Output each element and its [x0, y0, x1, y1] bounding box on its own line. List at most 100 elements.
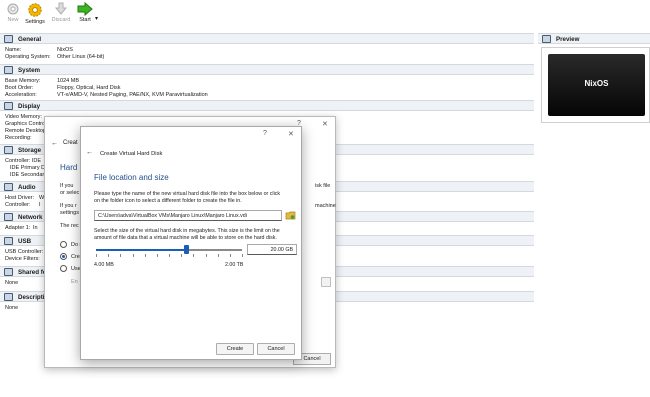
size-description: amount of file data that a virtual machi…	[94, 235, 277, 241]
slider-tick	[169, 254, 170, 257]
help-icon[interactable]: ?	[263, 130, 267, 137]
system-boot-row: Boot Order: Floppy, Optical, Hard Disk	[5, 85, 120, 91]
section-general[interactable]: General	[0, 33, 534, 44]
dialog-text: isk file	[315, 183, 331, 189]
system-memory-row: Base Memory: 1024 MB	[5, 78, 79, 84]
preview-screen: NixOS	[548, 54, 645, 116]
settings-label: Settings	[25, 19, 45, 25]
gear-icon	[28, 3, 42, 17]
new-icon	[7, 3, 19, 15]
dialog-heading: File location and size	[94, 173, 169, 182]
network-adapter-row: Adapter 1: In	[5, 225, 38, 231]
slider-tick	[108, 254, 110, 257]
start-arrow-icon	[77, 2, 93, 16]
section-title: Shared fo	[18, 268, 47, 276]
radio-create-disk[interactable]	[60, 253, 67, 260]
preview-box: NixOS	[541, 47, 650, 123]
row-value: I	[39, 202, 41, 208]
back-arrow-icon[interactable]: ←	[51, 140, 58, 147]
location-description: on the folder icon to select a different…	[94, 198, 242, 204]
usb-filters-row: Device Filters:	[5, 256, 40, 262]
slider-tick	[120, 254, 122, 257]
slider-tick	[217, 254, 219, 257]
preview-screen-text: NixOS	[584, 79, 609, 88]
slider-tick	[144, 254, 146, 257]
section-display[interactable]: Display	[0, 100, 534, 111]
file-path-input[interactable]	[94, 210, 282, 221]
system-icon	[4, 66, 13, 74]
size-slider-track[interactable]	[96, 249, 242, 251]
general-icon	[4, 35, 13, 43]
section-title: Audio	[18, 183, 36, 191]
back-arrow-icon[interactable]: ←	[86, 149, 93, 156]
radio-use-existing[interactable]	[60, 265, 67, 272]
storage-icon	[4, 146, 13, 154]
discard-button[interactable]: Discard	[48, 2, 74, 32]
row-key: Recording:	[5, 135, 32, 141]
discard-arrow-icon	[54, 2, 68, 15]
display-icon	[4, 102, 13, 110]
shared-value-row: None	[5, 280, 18, 286]
slider-tick	[242, 254, 243, 257]
row-value: NixOS	[57, 47, 73, 53]
general-os-row: Operating System: Other Linux (64-bit)	[5, 54, 104, 60]
toolbar: New Settings Discard Start ▾	[0, 0, 650, 33]
slider-tick	[205, 254, 207, 257]
size-input[interactable]	[247, 244, 297, 255]
section-title: Descripti	[18, 293, 45, 301]
row-key: Adapter 1:	[5, 225, 31, 231]
existing-disk-folder-button[interactable]	[321, 277, 331, 287]
radio-no-disk[interactable]	[60, 241, 67, 248]
storage-ide-secondary-row: IDE Secondary	[10, 172, 47, 178]
slider-tick	[193, 254, 195, 257]
start-dropdown-icon[interactable]: ▾	[95, 15, 98, 22]
row-value: In	[33, 225, 38, 231]
dialog-text: If you r	[60, 203, 77, 209]
row-value: Other Linux (64-bit)	[57, 54, 105, 60]
section-title: System	[18, 66, 41, 74]
close-icon[interactable]: ✕	[288, 130, 294, 138]
dialog-title: Create Virtual Hard Disk	[100, 151, 163, 157]
dialog-text: The rec	[60, 223, 79, 229]
section-title: General	[18, 35, 42, 43]
row-key: Name:	[5, 47, 22, 53]
create-button[interactable]: Create	[216, 343, 254, 355]
dialog-text: or selec	[60, 190, 80, 196]
usb-icon	[4, 237, 13, 245]
cancel-button[interactable]: Cancel	[257, 343, 295, 355]
create-virtual-hard-disk-dialog: ? ✕ ← Create Virtual Hard Disk File loca…	[80, 126, 302, 360]
display-video-row: Video Memory:	[5, 114, 42, 120]
slider-tick	[181, 254, 183, 257]
description-value-row: None	[5, 305, 18, 311]
section-preview[interactable]: Preview	[538, 33, 650, 44]
row-key: Host Driver:	[5, 195, 35, 201]
settings-button[interactable]: Settings	[22, 2, 48, 32]
general-name-row: Name: NixOS	[5, 47, 73, 53]
slider-tick	[132, 254, 134, 257]
usb-controller-row: USB Controller:	[5, 249, 43, 255]
dialog-text: If you	[60, 183, 74, 189]
section-title: Storage	[18, 146, 42, 154]
size-slider-thumb[interactable]	[184, 245, 190, 254]
row-key: Device Filters:	[5, 256, 40, 262]
row-key: IDE Primary D	[10, 165, 46, 171]
row-value: Floppy, Optical, Hard Disk	[57, 85, 121, 91]
row-key: Remote Desktop	[5, 128, 46, 134]
slider-tick	[229, 254, 231, 257]
close-icon[interactable]: ✕	[322, 120, 328, 128]
row-key: IDE Secondary	[10, 172, 47, 178]
section-title: USB	[18, 237, 32, 245]
folder-icon[interactable]	[285, 210, 296, 221]
row-key: Graphics Contro	[5, 121, 46, 127]
section-title: Network	[18, 213, 43, 221]
storage-ide-primary-row: IDE Primary D	[10, 165, 45, 171]
shared-folder-icon	[4, 268, 13, 276]
row-value: VT-x/AMD-V, Nested Paging, PAE/NX, KVM P…	[57, 92, 208, 98]
network-icon	[4, 213, 13, 221]
preview-icon	[542, 35, 551, 43]
row-key: Controller:	[5, 202, 31, 208]
display-graphics-row: Graphics Contro	[5, 121, 45, 127]
section-system[interactable]: System	[0, 64, 534, 75]
row-key: Acceleration:	[5, 92, 37, 98]
section-title: Display	[18, 102, 41, 110]
